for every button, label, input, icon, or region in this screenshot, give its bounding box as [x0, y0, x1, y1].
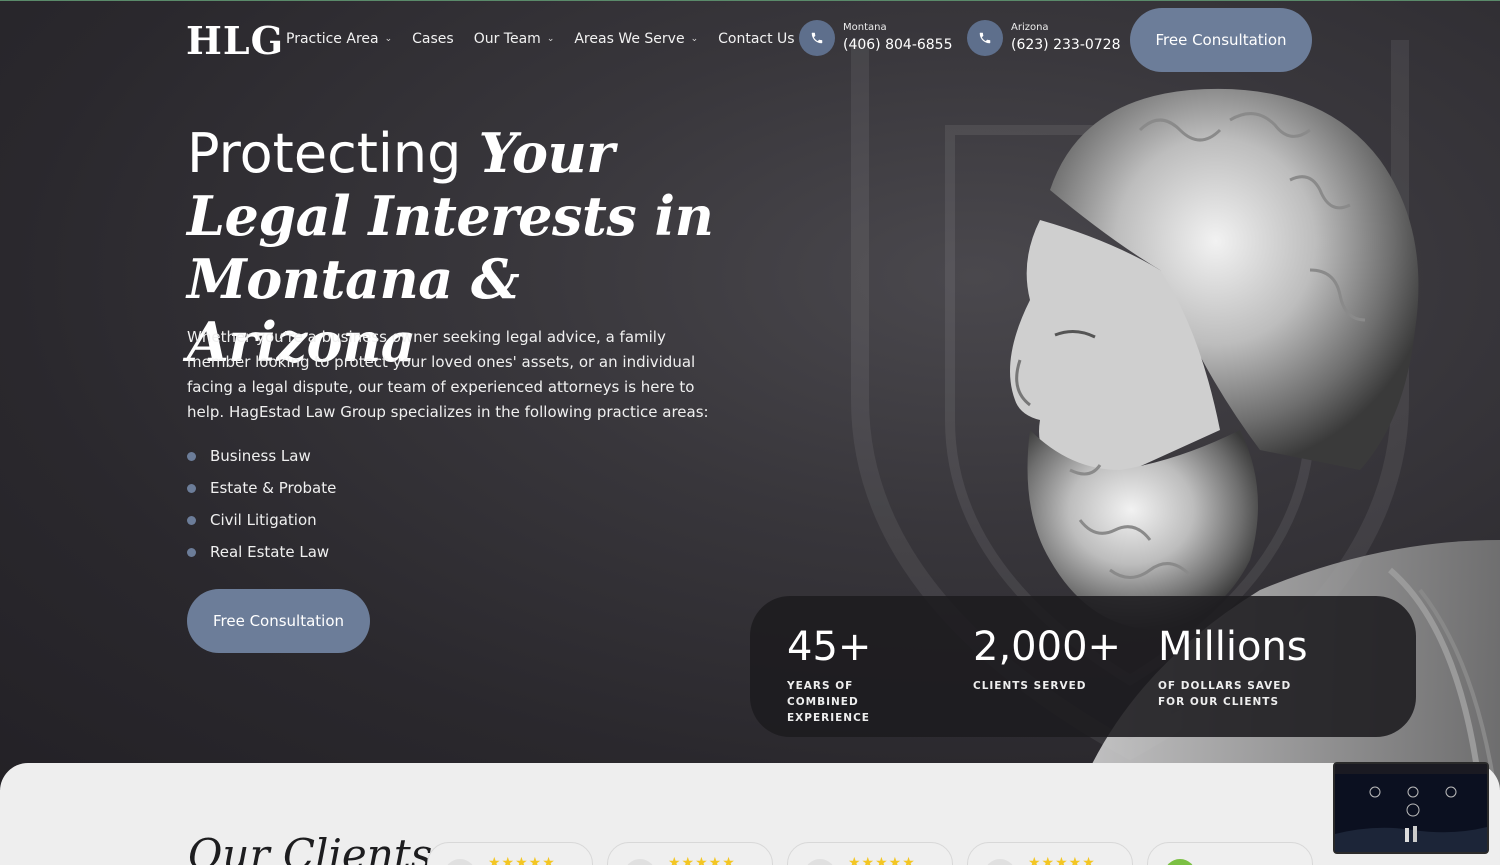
stat-dollars-saved: Millions of dollars saved for our client…: [1158, 622, 1308, 710]
free-consultation-nav-button[interactable]: Free Consultation: [1130, 8, 1312, 72]
nav-our-team[interactable]: Our Team ⌄: [474, 31, 555, 47]
star-rating: ★★★★★: [668, 855, 736, 865]
stat-label: Clients served: [973, 680, 1087, 692]
review-card[interactable]: ★★★★★: [427, 842, 593, 865]
avatar: [444, 859, 476, 865]
phone-icon: [967, 20, 1003, 56]
stat-number: 2,000+: [973, 624, 1122, 670]
stat-label: Years of combined experience: [787, 680, 870, 724]
avatar: [984, 859, 1016, 865]
star-rating: ★★★★★: [848, 855, 916, 865]
headline-sans-part: Protecting: [187, 122, 479, 185]
review-card[interactable]: ★★★★★: [967, 842, 1133, 865]
stat-number: Millions: [1158, 624, 1308, 670]
free-consultation-hero-button[interactable]: Free Consultation: [187, 589, 370, 653]
list-item: Business Law: [187, 440, 336, 472]
nav-practice-area[interactable]: Practice Area ⌄: [286, 31, 392, 47]
chevron-down-icon: ⌄: [546, 34, 555, 44]
nav-label: Areas We Serve: [574, 31, 685, 47]
stat-clients: 2,000+ Clients served: [973, 622, 1133, 694]
stats-panel: 45+ Years of combined experience 2,000+ …: [750, 596, 1416, 737]
stat-label: of dollars saved for our clients: [1158, 680, 1292, 708]
phone-region: Montana: [843, 22, 887, 33]
logo[interactable]: HLG: [186, 18, 284, 63]
list-item: Civil Litigation: [187, 504, 336, 536]
bullet-dot-icon: [187, 483, 196, 493]
video-preview-image: [1335, 764, 1487, 852]
avatar: [804, 859, 836, 865]
phone-icon: [799, 20, 835, 56]
star-rating: ★★★★★: [488, 855, 556, 865]
stat-number: 45+: [787, 624, 872, 670]
clients-title: Our Clients: [188, 830, 433, 865]
star-rating: ★★★★★: [1028, 855, 1096, 865]
phone-number[interactable]: (406) 804-6855: [843, 35, 953, 55]
nav-label: Contact Us: [718, 31, 795, 47]
nav-areas-we-serve[interactable]: Areas We Serve ⌄: [574, 31, 698, 47]
main-nav: Practice Area ⌄ Cases Our Team ⌄ Areas W…: [286, 31, 815, 47]
video-thumbnail[interactable]: [1333, 762, 1489, 854]
hero-intro-text: Whether you're a business owner seeking …: [187, 328, 709, 421]
stat-experience: 45+ Years of combined experience: [787, 622, 927, 726]
nav-cases[interactable]: Cases: [412, 31, 454, 47]
list-item: Real Estate Law: [187, 536, 336, 568]
nav-label: Cases: [412, 31, 454, 47]
phone-region: Arizona: [1011, 22, 1049, 33]
chevron-down-icon: ⌄: [690, 34, 699, 44]
review-card[interactable]: ★★★★★: [607, 842, 773, 865]
nav-label: Our Team: [473, 31, 541, 47]
practice-areas-list: Business Law Estate & Probate Civil Liti…: [187, 440, 336, 568]
hero-section: HLG Practice Area ⌄ Cases Our Team ⌄ Are…: [0, 0, 1500, 790]
bullet-dot-icon: [187, 515, 196, 525]
review-card[interactable]: ★★★★★: [787, 842, 953, 865]
bullet-dot-icon: [187, 451, 196, 461]
nav-contact-us[interactable]: Contact Us: [718, 31, 794, 47]
list-item: Estate & Probate: [187, 472, 336, 504]
phone-montana[interactable]: Montana (406) 804-6855: [799, 20, 953, 56]
bullet-dot-icon: [187, 547, 196, 557]
phone-number[interactable]: (623) 233-0728: [1011, 35, 1121, 55]
avatar: [1164, 859, 1196, 865]
chevron-down-icon: ⌄: [384, 34, 393, 44]
avatar: [624, 859, 656, 865]
review-card[interactable]: [1147, 842, 1313, 865]
phone-arizona[interactable]: Arizona (623) 233-0728: [967, 20, 1121, 56]
nav-label: Practice Area: [286, 31, 379, 47]
